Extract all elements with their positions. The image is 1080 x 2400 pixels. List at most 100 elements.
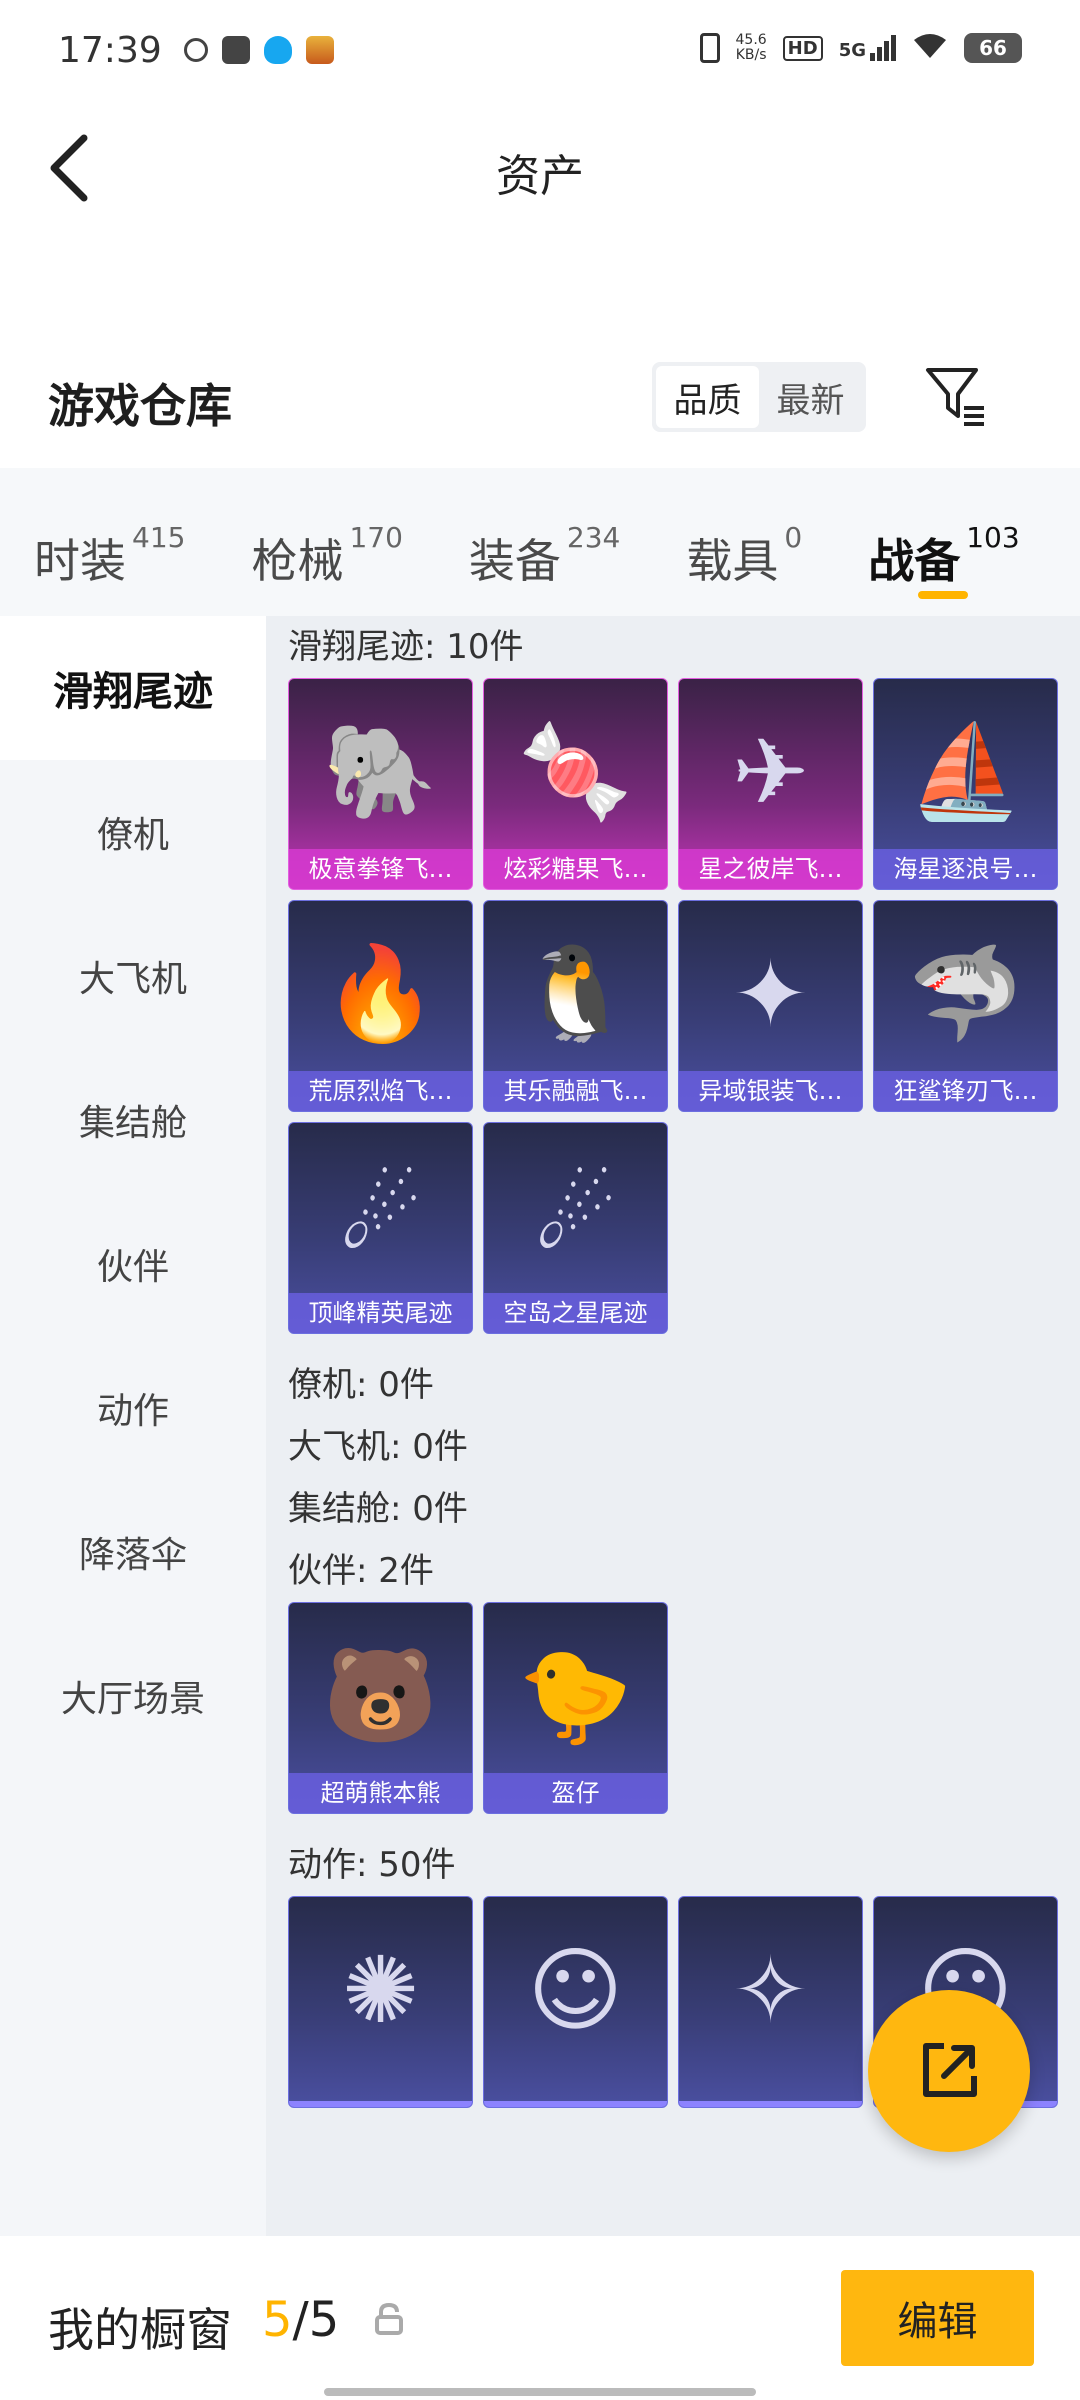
sidebar-item-wingman[interactable]: 僚机 <box>0 760 266 904</box>
rainbow-trail-icon: ☄ <box>339 1162 422 1270</box>
hd-icon: HD <box>782 35 823 61</box>
share-button[interactable] <box>868 1990 1030 2152</box>
edit-showcase-button[interactable]: 编辑 <box>841 2270 1034 2366</box>
sidebar-item-glide-trail[interactable]: 滑翔尾迹 <box>0 616 266 760</box>
showcase-count: 5/5 <box>262 2292 339 2348</box>
item-name: 异域银装飞… <box>679 1071 862 1111</box>
rainbow-trail-icon: ☄ <box>534 1162 617 1270</box>
share-export-icon <box>923 2043 977 2097</box>
network-label: 5G <box>838 40 866 61</box>
sidebar-item-parachute[interactable]: 降落伞 <box>0 1480 266 1624</box>
tab-tactical-gear[interactable]: 战备 103 <box>868 497 1020 599</box>
network-speed: 45.6 KB/s <box>736 33 767 63</box>
tab-label: 载具 <box>686 534 779 588</box>
item-card[interactable]: 🐤 盔仔 <box>483 1602 668 1814</box>
item-name: 荒原烈焰飞… <box>289 1071 472 1111</box>
flame-glider-icon: 🔥 <box>323 940 438 1047</box>
item-card[interactable]: ✧ <box>678 1896 863 2108</box>
tab-label: 装备 <box>468 534 561 588</box>
tab-vehicles[interactable]: 载具 0 <box>686 497 803 588</box>
sort-newest-button[interactable]: 最新 <box>759 366 862 428</box>
item-card[interactable]: ✈ 星之彼岸飞… <box>678 678 863 890</box>
battery-icon: 66 <box>964 33 1022 63</box>
tab-count: 103 <box>966 521 1020 554</box>
notification-icons <box>183 36 334 64</box>
section-title: 僚机: 0件 <box>288 1365 434 1405</box>
tab-label: 战备 <box>868 534 961 588</box>
showcase-title: 我的橱窗 <box>48 2303 232 2357</box>
status-bar: 17:39 45.6 KB/s HD 5G 66 <box>0 0 1080 100</box>
sidebar-item-assembly-pod[interactable]: 集结舱 <box>0 1048 266 1192</box>
filter-button[interactable] <box>922 362 988 428</box>
app-notification-icon <box>183 38 208 62</box>
category-tabs: 时装 415 枪械 170 装备 234 载具 0 战备 103 <box>0 468 1080 616</box>
signal-icon: 5G <box>839 35 896 61</box>
tab-count: 0 <box>784 521 803 554</box>
item-card[interactable]: ☺ <box>483 1896 668 2108</box>
section-title: 集结舱: 0件 <box>288 1489 468 1529</box>
home-indicator[interactable] <box>324 2388 756 2396</box>
page-title: 资产 <box>496 151 584 202</box>
section-title: 伙伴: 2件 <box>288 1551 434 1591</box>
message-notification-icon <box>221 36 250 64</box>
wifi-icon <box>912 32 948 64</box>
item-card[interactable]: ☄ 顶峰精英尾迹 <box>288 1122 473 1334</box>
tab-count: 170 <box>349 521 403 554</box>
item-card[interactable]: 🔥 荒原烈焰飞… <box>288 900 473 1112</box>
item-card[interactable]: 🍬 炫彩糖果飞… <box>483 678 668 890</box>
item-name: 星之彼岸飞… <box>679 849 862 889</box>
sidebar-item-companion[interactable]: 伙伴 <box>0 1192 266 1336</box>
item-card[interactable]: ✺ <box>288 1896 473 2108</box>
item-name: 顶峰精英尾迹 <box>289 1293 472 1333</box>
active-tab-indicator <box>918 591 969 599</box>
filter-icon <box>926 368 984 426</box>
teal-wing-glider-icon: ✦ <box>731 940 810 1048</box>
sort-quality-button[interactable]: 品质 <box>656 366 759 428</box>
section-title: 滑翔尾迹: 10件 <box>288 627 524 667</box>
shark-glider-icon: 🦈 <box>908 940 1023 1047</box>
item-name: 其乐融融飞… <box>484 1071 667 1111</box>
item-name: 盔仔 <box>484 1773 667 1813</box>
sidebar-item-big-plane[interactable]: 大飞机 <box>0 904 266 1048</box>
item-grid: 🐘 极意拳锋飞… 🍬 炫彩糖果飞… ✈ 星之彼岸飞… ⛵ 海星逐浪号… 🔥 荒原烈焰飞… 🐧 其乐融融… <box>288 678 1068 1334</box>
item-card[interactable]: 🐧 其乐融融飞… <box>483 900 668 1112</box>
subcategory-sidebar: 滑翔尾迹 僚机 大飞机 集结舱 伙伴 动作 降落伞 大厅场景 <box>0 616 266 2236</box>
tab-count: 234 <box>566 521 621 554</box>
status-time: 17:39 <box>58 29 162 71</box>
item-card[interactable]: 🦈 狂鲨锋刃飞… <box>873 900 1058 1112</box>
speed-value: 45.6 <box>735 32 767 48</box>
sidebar-item-emote[interactable]: 动作 <box>0 1336 266 1480</box>
item-card[interactable]: ⛵ 海星逐浪号… <box>873 678 1058 890</box>
candy-glider-icon: 🍬 <box>518 718 633 825</box>
qq-notification-icon <box>263 36 292 64</box>
item-name: 炫彩糖果飞… <box>484 849 667 889</box>
tab-equipment[interactable]: 装备 234 <box>469 497 621 588</box>
showcase-current: 5 <box>262 2292 293 2348</box>
rarity-bar <box>484 2101 667 2107</box>
item-card[interactable]: ☄ 空岛之星尾迹 <box>483 1122 668 1334</box>
item-name: 海星逐浪号… <box>874 849 1057 889</box>
item-name: 狂鲨锋刃飞… <box>874 1071 1057 1111</box>
app-header: 资产 <box>0 100 1080 240</box>
item-name: 极意拳锋飞… <box>289 849 472 889</box>
showcase-total: 5 <box>308 2292 340 2348</box>
sidebar-item-lobby-scene[interactable]: 大厅场景 <box>0 1624 266 1768</box>
sort-toggle: 品质 最新 <box>652 362 866 432</box>
item-card[interactable]: 🐻 超萌熊本熊 <box>288 1602 473 1814</box>
item-card[interactable]: ✦ 异域银装飞… <box>678 900 863 1112</box>
warehouse-title: 游戏仓库 <box>48 379 232 433</box>
boat-glider-icon: ⛵ <box>908 718 1023 825</box>
speed-unit: KB/s <box>735 47 767 63</box>
bear-icon: 🐻 <box>323 1642 438 1749</box>
tab-firearms[interactable]: 枪械 170 <box>251 497 403 588</box>
section-title: 动作: 50件 <box>288 1845 456 1885</box>
chick-helmet-icon: 🐤 <box>518 1642 633 1749</box>
rarity-bar <box>289 2101 472 2107</box>
item-grid: 🐻 超萌熊本熊 🐤 盔仔 <box>288 1602 1068 1814</box>
item-card[interactable]: 🐘 极意拳锋飞… <box>288 678 473 890</box>
penguin-glider-icon: 🐧 <box>518 940 633 1047</box>
game-notification-icon <box>305 36 334 64</box>
tab-fashion[interactable]: 时装 415 <box>34 497 185 588</box>
tab-label: 枪械 <box>251 534 344 588</box>
dance-poster-icon: ✺ <box>341 1936 420 2044</box>
